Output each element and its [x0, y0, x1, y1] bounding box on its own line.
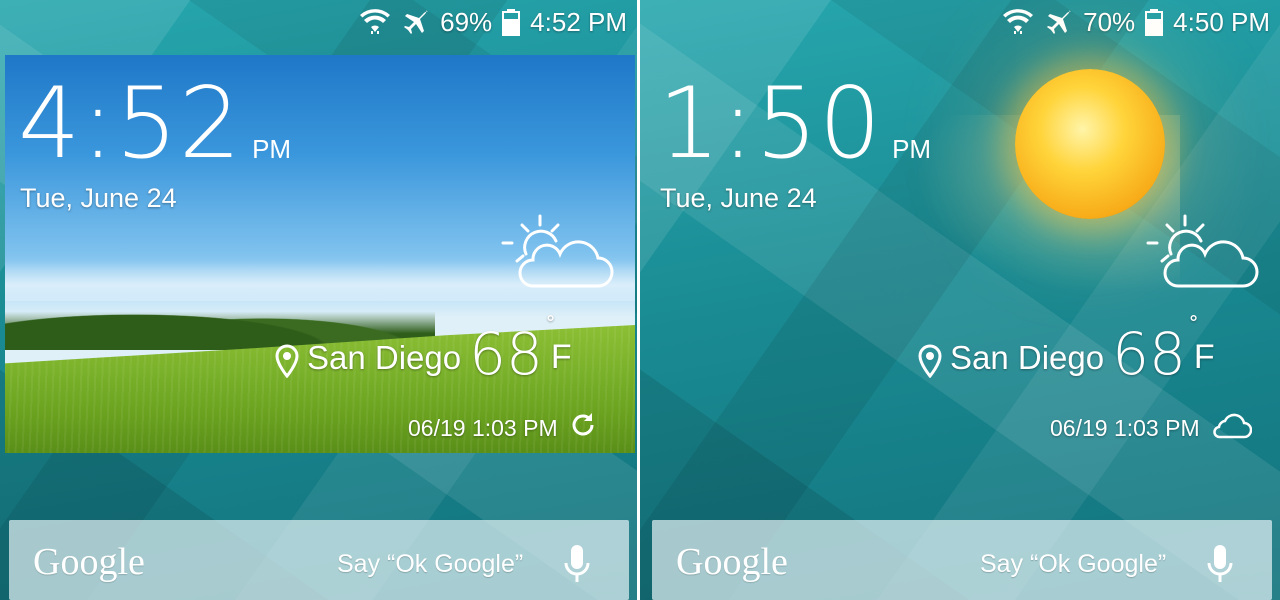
clock-time: 1:50 — [658, 67, 883, 181]
wifi-icon — [1003, 8, 1034, 36]
clock-ampm: PM — [252, 134, 292, 164]
search-hint: Say “Ok Google” — [337, 550, 524, 578]
battery-percent: 69% — [440, 6, 493, 37]
partly-cloudy-icon — [500, 210, 615, 300]
weather-temperature: 68 — [469, 320, 543, 388]
partly-cloudy-icon — [1145, 210, 1260, 300]
battery-percent: 70% — [1083, 6, 1136, 37]
refresh-icon[interactable] — [568, 410, 598, 446]
left-phone-screen: 69% 4:52 PM 4:52 PM Tue, June 24 San Die… — [0, 0, 637, 600]
weather-updated: 06/19 1:03 PM — [1050, 410, 1252, 446]
google-search-bar[interactable]: Google Say “Ok Google” — [652, 520, 1272, 600]
status-bar: 70% 4:50 PM — [1003, 0, 1270, 44]
weather-city: San Diego — [950, 339, 1105, 376]
search-hint: Say “Ok Google” — [980, 550, 1167, 578]
status-clock: 4:50 PM — [1173, 6, 1270, 37]
clock-time: 4:52 — [18, 67, 243, 181]
sun-icon — [1015, 69, 1165, 219]
airplane-mode-icon — [1043, 8, 1073, 36]
right-phone-screen: 70% 4:50 PM 1:50 PM Tue, June 24 San Die… — [640, 0, 1280, 600]
weather-location-row: San Diego 68 ˚ F — [275, 312, 572, 388]
temperature-unit: ˚ F — [1189, 312, 1215, 376]
clock: 1:50 PM — [658, 75, 931, 173]
temperature-unit: ˚ F — [546, 312, 572, 376]
google-search-bar[interactable]: Google Say “Ok Google” — [9, 520, 629, 600]
degree-symbol: ˚ — [546, 312, 556, 342]
clock-ampm: PM — [892, 134, 932, 164]
battery-icon — [1145, 8, 1164, 36]
clock-date: Tue, June 24 — [660, 183, 817, 213]
weather-updated-time: 06/19 1:03 PM — [408, 414, 558, 441]
battery-icon — [502, 8, 521, 36]
microphone-icon[interactable] — [564, 544, 590, 589]
airplane-mode-icon — [400, 8, 430, 36]
degree-symbol: ˚ — [1189, 312, 1199, 342]
clock-date: Tue, June 24 — [20, 183, 177, 213]
weather-temperature: 68 — [1112, 320, 1186, 388]
status-clock: 4:52 PM — [530, 6, 627, 37]
location-pin-icon — [275, 344, 299, 383]
location-pin-icon — [918, 344, 942, 383]
wifi-icon — [360, 8, 391, 36]
google-logo: Google — [676, 541, 788, 583]
clock: 4:52 PM — [18, 75, 291, 173]
google-logo: Google — [33, 541, 145, 583]
weather-updated-time: 06/19 1:03 PM — [1050, 414, 1200, 441]
weather-updated: 06/19 1:03 PM — [408, 410, 598, 446]
weather-location-row: San Diego 68 ˚ F — [918, 312, 1215, 388]
clock-weather-widget[interactable]: 1:50 PM Tue, June 24 San Diego 68 ˚ F 06… — [640, 55, 1280, 453]
status-bar: 69% 4:52 PM — [360, 0, 627, 44]
cloud-icon[interactable] — [1210, 410, 1252, 446]
microphone-icon[interactable] — [1207, 544, 1233, 589]
weather-city: San Diego — [307, 339, 462, 376]
clock-weather-widget[interactable]: 4:52 PM Tue, June 24 San Diego 68 ˚ F 06… — [0, 55, 637, 453]
